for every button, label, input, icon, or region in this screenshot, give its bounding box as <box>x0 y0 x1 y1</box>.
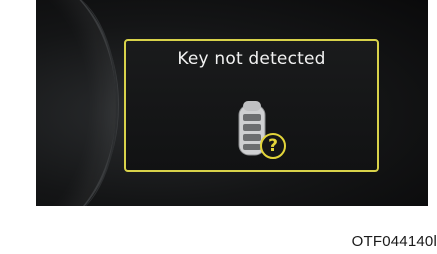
question-mark-icon: ? <box>260 133 286 159</box>
warning-message-box: Key not detected ? <box>124 39 379 172</box>
instrument-cluster-display: Key not detected ? <box>36 0 428 206</box>
figure-code: OTF044140l <box>351 233 437 250</box>
cluster-inner-arc <box>36 0 118 206</box>
warning-message-text: Key not detected <box>177 49 326 69</box>
